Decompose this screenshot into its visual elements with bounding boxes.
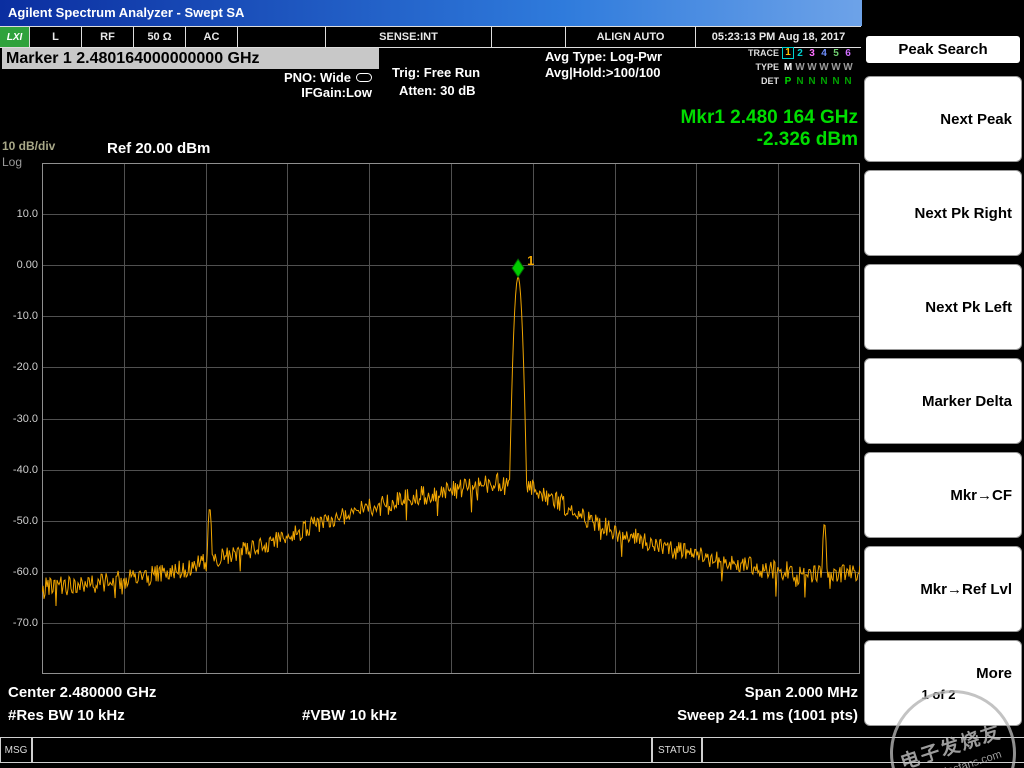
softkey-more[interactable]: More 1 of 2 xyxy=(864,640,1022,726)
trace-select-6[interactable]: 6 xyxy=(842,48,854,59)
trace-select-3[interactable]: 3 xyxy=(806,48,818,59)
softkey-marker-delta[interactable]: Marker Delta xyxy=(864,358,1022,444)
sweep-label: Sweep 24.1 ms (1001 pts) xyxy=(677,707,858,724)
lxi-indicator: LXI xyxy=(0,27,30,47)
ifgain-status: IFGain:Low xyxy=(301,85,372,100)
y-axis-label: -10.0 xyxy=(12,310,38,323)
trace-type-label: TYPE xyxy=(755,62,779,72)
trace-select-1[interactable]: 1 xyxy=(782,47,794,59)
trace-det-1[interactable]: P xyxy=(782,76,794,87)
softkey-panel: Peak Search Next Peak Next Pk Right Next P… xyxy=(862,0,1024,768)
status-coupling: AC xyxy=(186,27,238,47)
status-rf: RF xyxy=(82,27,134,47)
trace-select-4[interactable]: 4 xyxy=(818,48,830,59)
softkey-more-label: More xyxy=(976,664,1012,682)
trace-type-6[interactable]: W xyxy=(842,62,854,73)
status-strip: LXI L RF 50 Ω AC SENSE:INT ALIGN AUTO 05… xyxy=(0,26,861,48)
status-sense: SENSE:INT xyxy=(326,27,492,47)
message-status-bar: MSG STATUS xyxy=(0,737,1024,763)
ref-level-label: Ref 20.00 dBm xyxy=(107,140,211,157)
status-impedance: 50 Ω xyxy=(134,27,186,47)
log-mode-label: Log xyxy=(2,155,23,169)
avg-type-status: Avg Type: Log-Pwr xyxy=(545,49,662,64)
trace-select-5[interactable]: 5 xyxy=(830,48,842,59)
rbw-label: #Res BW 10 kHz xyxy=(8,707,125,724)
trace-select-2[interactable]: 2 xyxy=(794,48,806,59)
span-label: Span 2.000 MHz xyxy=(744,684,858,701)
trace-det-3[interactable]: N xyxy=(806,76,818,87)
trace-legend: TRACE 1 2 3 4 5 6 TYPE M W W W W W DET P N N N N N xyxy=(744,46,860,88)
softkey-more-page: 1 of 2 xyxy=(921,686,956,702)
status-label: STATUS xyxy=(652,737,702,763)
softkey-next-pk-right[interactable]: Next Pk Right xyxy=(864,170,1022,256)
y-axis-label: -20.0 xyxy=(12,361,38,374)
marker-1-number: 1 xyxy=(527,253,534,268)
pno-label: PNO: Wide xyxy=(283,70,351,85)
trace-type-3[interactable]: W xyxy=(806,62,818,73)
y-axis-label: -30.0 xyxy=(12,412,38,425)
trigger-status: Trig: Free Run xyxy=(392,65,481,80)
status-field xyxy=(702,737,1024,763)
vbw-label: #VBW 10 kHz xyxy=(302,707,398,724)
y-axis-label: 10.0 xyxy=(16,208,38,221)
msg-label: MSG xyxy=(0,737,32,763)
softkey-next-peak[interactable]: Next Peak xyxy=(864,76,1022,162)
trace-select-label: TRACE xyxy=(748,48,779,58)
atten-status: Atten: 30 dB xyxy=(399,83,476,98)
trace-type-1[interactable]: M xyxy=(782,62,794,73)
marker-readout: Mkr1 2.480 164 GHz -2.326 dBm xyxy=(560,107,858,151)
trace-type-4[interactable]: W xyxy=(818,62,830,73)
y-axis-label: -50.0 xyxy=(12,514,38,527)
avg-hold-status: Avg|Hold:>100/100 xyxy=(545,65,661,80)
marker-readout-freq: Mkr1 2.480 164 GHz xyxy=(680,107,858,128)
status-datetime: 05:23:13 PM Aug 18, 2017 xyxy=(711,31,846,43)
marker-readout-ampl: -2.326 dBm xyxy=(756,129,858,150)
pno-status: PNO: Wide xyxy=(240,70,372,85)
status-align: ALIGN AUTO xyxy=(566,27,696,47)
softkey-mkr-ref-lvl[interactable]: Mkr→Ref Lvl xyxy=(864,546,1022,632)
status-l: L xyxy=(30,27,82,47)
msg-field xyxy=(32,737,652,763)
marker-1-diamond xyxy=(511,258,525,279)
softkey-menu-title: Peak Search xyxy=(866,36,1020,63)
marker-annotation-bar: Marker 1 2.480164000000000 GHz xyxy=(2,48,379,69)
analyzer-screen: Agilent Spectrum Analyzer - Swept SA LXI… xyxy=(0,0,1024,768)
trace-type-5[interactable]: W xyxy=(830,62,842,73)
y-axis-label: -40.0 xyxy=(12,463,38,476)
trace-det-2[interactable]: N xyxy=(794,76,806,87)
pno-icon xyxy=(356,73,372,82)
y-axis-label: 0.00 xyxy=(16,259,38,272)
window-title: Agilent Spectrum Analyzer - Swept SA xyxy=(8,5,245,20)
spectrum-plot: 1 xyxy=(41,163,861,674)
scale-label: 10 dB/div xyxy=(2,139,56,153)
y-axis-label: -70.0 xyxy=(12,616,38,629)
y-axis-label: -60.0 xyxy=(12,565,38,578)
center-freq-label: Center 2.480000 GHz xyxy=(8,684,157,701)
trace-det-4[interactable]: N xyxy=(818,76,830,87)
trace-det-5[interactable]: N xyxy=(830,76,842,87)
softkey-next-pk-left[interactable]: Next Pk Left xyxy=(864,264,1022,350)
trace-det-6[interactable]: N xyxy=(842,76,854,87)
trace-type-2[interactable]: W xyxy=(794,62,806,73)
spectrum-plot-svg: 1 xyxy=(41,163,861,674)
status-spacer-1 xyxy=(238,27,326,47)
softkey-mkr-cf[interactable]: Mkr→CF xyxy=(864,452,1022,538)
status-spacer-2 xyxy=(492,27,566,47)
trace-det-label: DET xyxy=(761,76,779,86)
